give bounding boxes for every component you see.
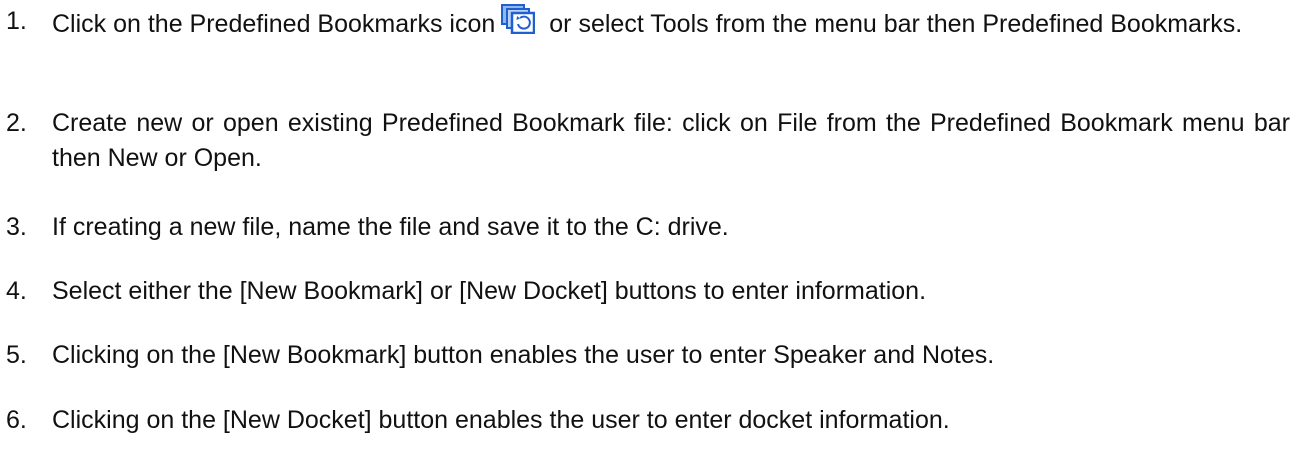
step-text: Create new or open existing Predefined B…	[52, 109, 1290, 172]
step-text: If creating a new file, name the file an…	[52, 213, 729, 241]
step-5: 5. Clicking on the [New Bookmark] button…	[0, 338, 1290, 373]
step-4: 4. Select either the [New Bookmark] or […	[0, 274, 1290, 309]
step-number: 4.	[6, 277, 27, 305]
predefined-bookmarks-icon	[501, 4, 536, 35]
step-6: 6. Clicking on the [New Docket] button e…	[0, 403, 1290, 438]
step-2: 2. Create new or open existing Predefine…	[0, 106, 1290, 176]
step-text: Clicking on the [New Bookmark] button en…	[52, 341, 995, 369]
step-text-before-icon: Click on the Predefined Bookmarks icon	[52, 10, 496, 38]
step-text: Select either the [New Bookmark] or [New…	[52, 277, 927, 305]
step-number: 6.	[6, 406, 27, 434]
step-number: 1.	[6, 7, 27, 35]
step-1: 1. Click on the Predefined Bookmarks ico…	[0, 4, 1290, 42]
step-3: 3. If creating a new file, name the file…	[0, 210, 1290, 245]
step-number: 5.	[6, 341, 27, 369]
step-text: Clicking on the [New Docket] button enab…	[52, 406, 950, 434]
step-text: Click on the Predefined Bookmarks icon o…	[52, 4, 1290, 42]
step-text-after-icon: or select Tools from the menu bar then P…	[549, 10, 1243, 38]
step-number: 3.	[6, 213, 27, 241]
step-number: 2.	[6, 109, 27, 137]
